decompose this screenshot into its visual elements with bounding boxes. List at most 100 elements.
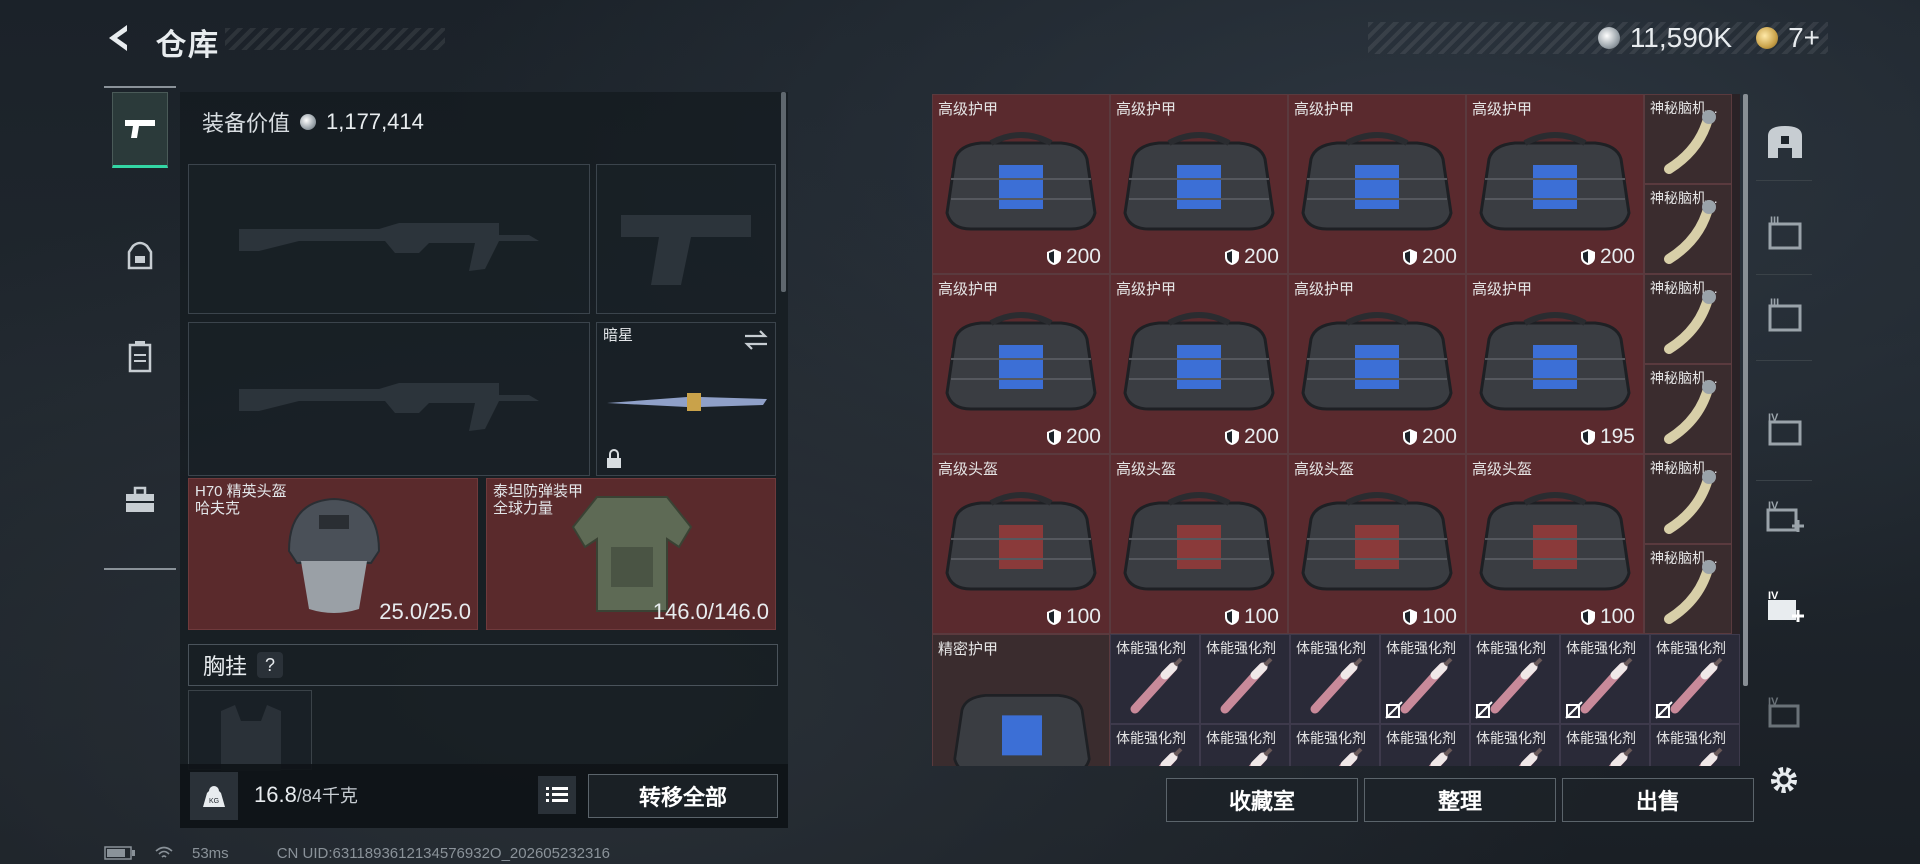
stash-item-small[interactable]: 神秘脑机...: [1644, 94, 1732, 184]
primary-weapon-slot[interactable]: [188, 164, 590, 314]
stash-item-injector[interactable]: 体能强化剂: [1560, 634, 1650, 724]
stash-item-injector[interactable]: 体能强化剂: [1380, 634, 1470, 724]
tab-storage-4d[interactable]: IV: [1762, 690, 1808, 736]
stash-item-injector[interactable]: 体能强化剂: [1110, 724, 1200, 766]
helmet-icon: [287, 497, 381, 613]
melee-slot[interactable]: 暗星: [596, 322, 776, 476]
stash-item-injector[interactable]: 体能强化剂: [1200, 634, 1290, 724]
secondary-weapon-slot[interactable]: [596, 164, 776, 314]
weight-icon-box: KG: [190, 772, 238, 820]
stash-item[interactable]: 高级头盔 100: [932, 454, 1110, 634]
secondary-rifle-slot[interactable]: [188, 322, 590, 476]
stash-item-injector[interactable]: 体能强化剂: [1650, 634, 1740, 724]
stash-item[interactable]: 高级护甲 200: [1288, 94, 1466, 274]
stash-item[interactable]: 高级头盔 100: [1466, 454, 1644, 634]
sidebar-item-case[interactable]: [112, 462, 168, 538]
item-name: 体能强化剂: [1566, 640, 1636, 656]
stash-item-small[interactable]: 神秘脑机...: [1644, 544, 1732, 634]
stash-item-injector[interactable]: 体能强化剂: [1290, 724, 1380, 766]
stash-item-injector[interactable]: 体能强化剂: [1650, 724, 1740, 766]
sell-button[interactable]: 出售: [1562, 778, 1754, 822]
injector-icon: [1310, 657, 1363, 714]
stash-item-small[interactable]: 神秘脑机...: [1644, 364, 1732, 454]
tab-storage-4c[interactable]: IV: [1762, 584, 1808, 630]
stash-item[interactable]: 高级护甲 200: [932, 274, 1110, 454]
stash-item[interactable]: 高级头盔 100: [1288, 454, 1466, 634]
stash-item[interactable]: 高级护甲 200: [932, 94, 1110, 274]
sidebar-item-storage[interactable]: [112, 318, 168, 394]
item-durability: 200: [1402, 425, 1457, 449]
item-durability: 195: [1580, 425, 1635, 449]
item-name: 体能强化剂: [1656, 640, 1726, 656]
stash-item-injector[interactable]: 体能强化剂: [1470, 634, 1560, 724]
body-armor-icon: [571, 496, 693, 612]
help-button[interactable]: ?: [257, 652, 284, 678]
brain-chip-icon: [1664, 290, 1716, 354]
stash-item-injector[interactable]: 体能强化剂: [1470, 724, 1560, 766]
stash-item-small[interactable]: 神秘脑机...: [1644, 454, 1732, 544]
pistol-silhouette-icon: [621, 215, 751, 285]
rifle-silhouette-icon: [239, 383, 539, 431]
stash-item[interactable]: 高级护甲 200: [1288, 274, 1466, 454]
stash-item-injector[interactable]: 体能强化剂: [1290, 634, 1380, 724]
item-durability: 200: [1224, 425, 1279, 449]
collection-room-button[interactable]: 收藏室: [1166, 778, 1358, 822]
tab-storage-3a[interactable]: III: [1762, 210, 1808, 256]
gold-amount[interactable]: 7+: [1788, 22, 1820, 54]
list-view-button[interactable]: [538, 776, 576, 814]
safe-icon: [1768, 126, 1802, 158]
stash-item-injector[interactable]: 体能强化剂: [1200, 724, 1290, 766]
storage-box-icon: IV: [1768, 696, 1800, 728]
item-name: 体能强化剂: [1206, 730, 1276, 746]
stash-scrollbar[interactable]: [1743, 94, 1748, 686]
injector-icon: [1518, 747, 1543, 766]
shield-icon: [1580, 249, 1595, 265]
rifle-silhouette-icon: [239, 223, 539, 271]
settings-button[interactable]: [1766, 762, 1802, 798]
tab-storage-3b[interactable]: III: [1762, 292, 1808, 338]
item-name: 高级头盔: [1116, 461, 1177, 478]
item-name: 高级护甲: [938, 101, 999, 118]
item-name: 高级护甲: [1472, 281, 1533, 298]
item-durability: 100: [1224, 605, 1279, 629]
swap-icon[interactable]: [743, 329, 769, 351]
equipment-value-amount: 1,177,414: [326, 109, 424, 134]
stash-item-precise-armor[interactable]: 精密护甲: [932, 634, 1110, 766]
stash-item-injector[interactable]: 体能强化剂: [1110, 634, 1200, 724]
armor-bag-icon: [1301, 132, 1453, 231]
transfer-all-button[interactable]: 转移全部: [588, 774, 778, 818]
storage-box-icon: III: [1768, 297, 1802, 332]
back-button[interactable]: [100, 18, 140, 58]
brain-chip-icon: [1664, 380, 1716, 444]
stash-item-small[interactable]: 神秘脑机...: [1644, 184, 1732, 274]
stash-item-injector[interactable]: 体能强化剂: [1380, 724, 1470, 766]
briefcase-icon: [126, 486, 154, 512]
stash-item[interactable]: 高级护甲 200: [1110, 274, 1288, 454]
armor-bag-icon: [1123, 492, 1275, 591]
tab-storage-4a[interactable]: IV: [1762, 406, 1808, 452]
injector-icon: [1698, 747, 1723, 766]
stash-item[interactable]: 高级护甲 200: [1466, 94, 1644, 274]
sidebar-item-weapons[interactable]: [112, 92, 168, 168]
stash-item[interactable]: 高级护甲 195: [1466, 274, 1644, 454]
item-name: 体能强化剂: [1476, 730, 1546, 746]
stash-item-small[interactable]: 神秘脑机...: [1644, 274, 1732, 364]
helmet-slot[interactable]: H70 精英头盔 哈夫克 25.0/25.0: [188, 478, 478, 630]
helmet-durability: 25.0/25.0: [379, 599, 471, 624]
stash-item-injector[interactable]: 体能强化剂: [1560, 724, 1650, 766]
shield-icon: [1046, 609, 1061, 625]
item-durability: 200: [1402, 245, 1457, 269]
sort-button[interactable]: 整理: [1364, 778, 1556, 822]
stash-item[interactable]: 高级头盔 100: [1110, 454, 1288, 634]
stash-item[interactable]: 高级护甲 200: [1110, 94, 1288, 274]
item-name: 高级头盔: [1472, 461, 1533, 478]
armor-slot[interactable]: 泰坦防弹装甲 全球力量 146.0/146.0: [486, 478, 776, 630]
sidebar-item-gear[interactable]: [112, 218, 168, 294]
item-name: 高级护甲: [1116, 281, 1177, 298]
tab-storage-4b[interactable]: IV: [1762, 494, 1808, 540]
item-name: 高级头盔: [938, 461, 999, 478]
status-bar: 53ms CN UID:6311893612134576932O_2026052…: [104, 842, 610, 864]
tab-safe-box[interactable]: [1762, 118, 1808, 164]
chest-rig-slot[interactable]: [188, 690, 312, 771]
loadout-scrollbar[interactable]: [781, 92, 786, 292]
